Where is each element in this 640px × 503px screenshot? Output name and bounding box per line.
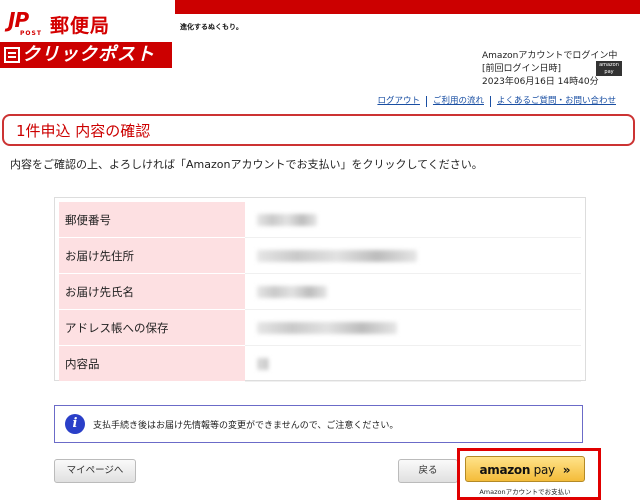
jp-post-logo: JP POST [8,10,50,38]
table-row: アドレス帳への保存 [59,310,581,346]
last-login-datetime: 2023年06月16日 14時40分 [482,77,599,87]
table-row: 内容品 [59,346,581,382]
recipient-name-label: お届け先氏名 [59,274,245,310]
chevron-right-icon: » [562,463,571,477]
instruction-text: 内容をご確認の上、よろしければ「Amazonアカウントでお支払い」をクリックして… [10,158,483,171]
usage-flow-link[interactable]: ご利用の流れ [425,96,490,107]
table-row: 郵便番号 [59,202,581,238]
clickpost-logo: クリックポスト [22,44,155,65]
address-value [245,238,581,274]
page-title: 1件申込 内容の確認 [16,122,151,140]
table-row: お届け先氏名 [59,274,581,310]
postal-code-value [245,202,581,238]
notice-box: i 支払手続き後はお届け先情報等の変更ができませんので、ご注意ください。 [54,405,583,443]
page-title-box: 1件申込 内容の確認 [2,114,635,146]
amazon-pay-caption: Amazonアカウントでお支払い [479,488,571,496]
logout-link[interactable]: ログアウト [371,96,426,107]
top-nav: ログアウト ご利用の流れ よくあるご質問・お問い合わせ [371,96,622,107]
table-row: お届け先住所 [59,238,581,274]
faq-link[interactable]: よくあるご質問・お問い合わせ [489,96,622,107]
notice-text: 支払手続き後はお届け先情報等の変更ができませんので、ご注意ください。 [93,421,399,431]
contents-label: 内容品 [59,346,245,382]
address-book-label: アドレス帳への保存 [59,310,245,346]
contents-value [245,346,581,382]
confirmation-table: 郵便番号 お届け先住所 お届け先氏名 アドレス帳への保存 内容品 [54,197,586,382]
logo-post-text: POST [20,30,42,37]
amazon-pay-button[interactable]: amazon pay » [465,456,585,482]
back-button[interactable]: 戻る [398,459,458,483]
address-book-value [245,310,581,346]
recipient-name-value [245,274,581,310]
info-icon: i [65,414,85,434]
address-label: お届け先住所 [59,238,245,274]
amazon-pay-badge-icon: amazon pay [596,61,622,76]
amazon-pay-logo: amazon pay [479,463,555,477]
postal-code-label: 郵便番号 [59,202,245,238]
logo-yubinkyoku: 郵便局 [50,15,111,37]
logo-jp-text: JP [8,8,29,32]
mypage-button[interactable]: マイページへ [54,459,136,483]
tagline: 進化するぬくもり。 [180,23,243,31]
